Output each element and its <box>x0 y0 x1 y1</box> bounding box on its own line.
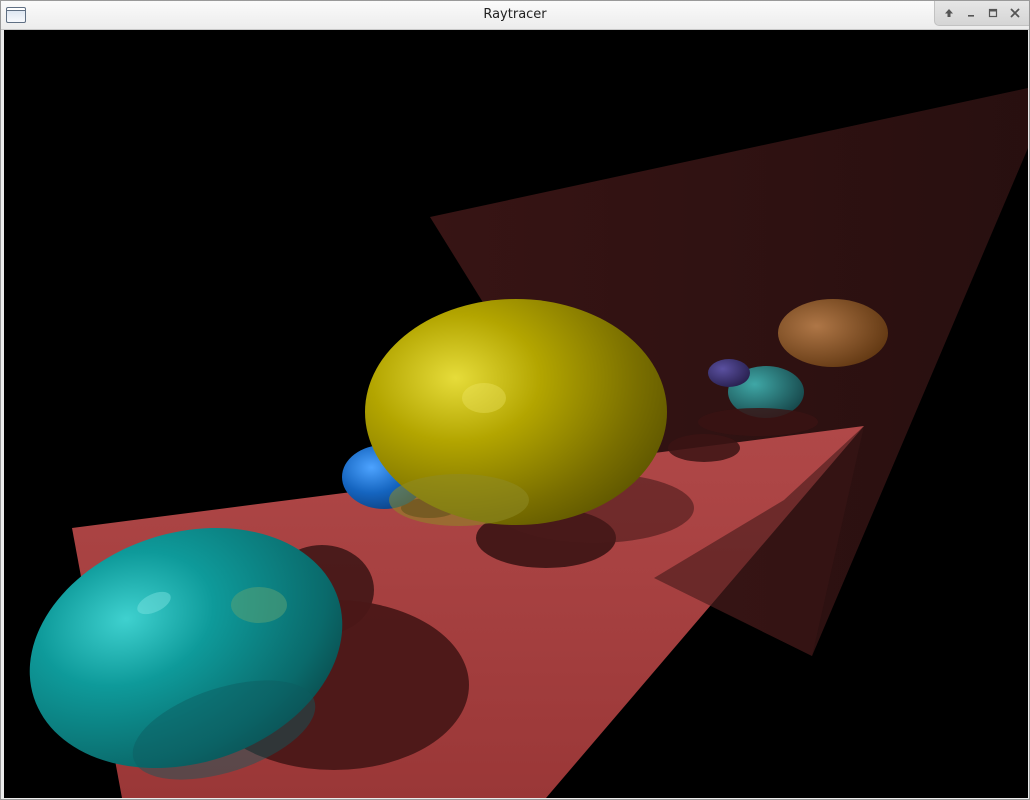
maximize-icon <box>988 8 998 18</box>
minimize-button[interactable] <box>961 4 981 22</box>
render-viewport <box>4 30 1028 798</box>
small-sphere-shadow <box>698 408 818 436</box>
title-bar[interactable]: Raytracer <box>1 1 1029 30</box>
shadow-right <box>668 434 740 462</box>
app-window: Raytracer <box>0 0 1030 800</box>
yellow-sphere-highlight <box>462 383 506 413</box>
shade-button[interactable] <box>939 4 959 22</box>
window-title: Raytracer <box>483 7 547 22</box>
arrow-up-icon <box>945 9 953 17</box>
yellow-sphere-reflection <box>389 474 529 526</box>
close-button[interactable] <box>1005 4 1025 22</box>
small-purple-sphere <box>708 359 750 387</box>
orange-reflection-sphere <box>778 299 888 367</box>
rendered-scene <box>29 88 1028 798</box>
window-controls <box>934 1 1029 26</box>
close-icon <box>1010 8 1020 18</box>
cyan-sphere-reflection <box>231 587 287 623</box>
minimize-icon <box>968 15 974 17</box>
maximize-button[interactable] <box>983 4 1003 22</box>
